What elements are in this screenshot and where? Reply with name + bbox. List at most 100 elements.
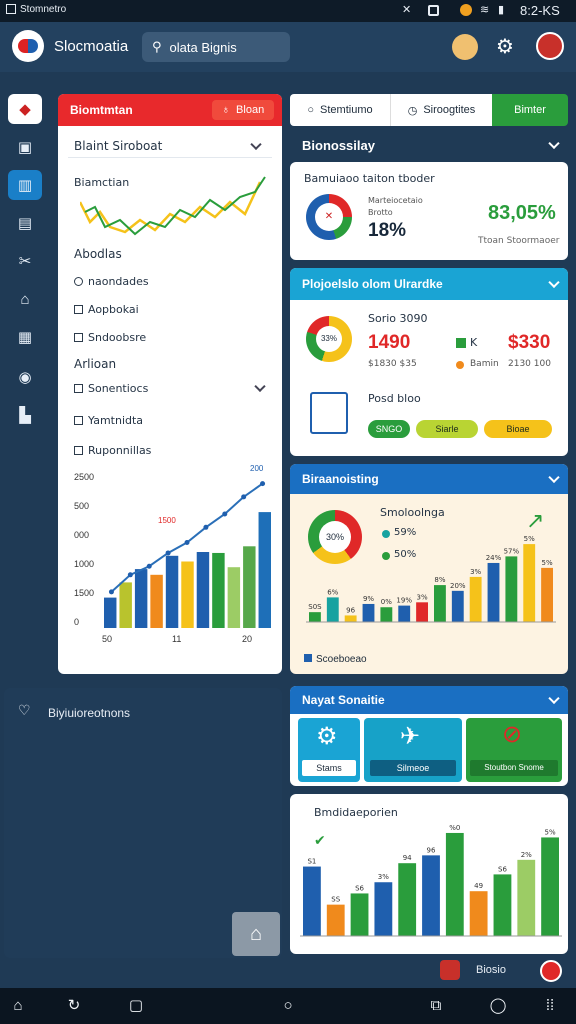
nav-building-icon[interactable]: ▙: [8, 400, 42, 430]
combo-x-tick: 11: [172, 634, 182, 644]
combo-line-point: [108, 589, 114, 595]
coin-icon: [460, 4, 472, 16]
bar-label-1: SS: [331, 896, 340, 904]
analytics-value-1: 1490: [368, 332, 411, 353]
home-button-icon[interactable]: ⌂: [232, 912, 280, 956]
biz-foot: Ttoan Stoormaoer: [478, 236, 560, 246]
nav-book-icon[interactable]: ▤: [8, 208, 42, 238]
legend-swatch-green: [456, 338, 466, 348]
store-icon[interactable]: [452, 34, 478, 60]
footer-record-icon[interactable]: [540, 960, 562, 982]
tab-bimter[interactable]: Bimter: [492, 94, 568, 126]
analytics-label: Sorio 3090: [368, 312, 428, 325]
chevron-down-icon: [548, 137, 560, 150]
biz-section-title: Bionossilay: [302, 138, 375, 153]
combo-bar-b7: [196, 552, 210, 628]
avatar[interactable]: [536, 32, 564, 60]
left-panel-header-button[interactable]: ♁ Bloan: [212, 100, 274, 120]
option-item-5-label: Yamtnidta: [88, 414, 144, 427]
nav-chart-icon[interactable]: ▥: [8, 170, 42, 200]
combo-x-tick: 20: [242, 634, 253, 644]
grid-icon[interactable]: ⁞⁞: [540, 996, 560, 1016]
refresh-icon[interactable]: ↻: [64, 996, 84, 1016]
nav-settings-title: Nayat Sonaitie: [302, 693, 385, 707]
pill-3[interactable]: Bioae: [484, 420, 552, 438]
left-select[interactable]: Blaint Siroboat: [68, 134, 272, 158]
option-item-1[interactable]: naondades: [74, 275, 149, 288]
bar-7: [469, 891, 488, 936]
analytics-value-2: $330: [508, 332, 551, 353]
combo-y-tick: 1000: [74, 559, 95, 569]
chevron-down-icon[interactable]: [254, 380, 266, 393]
biz-card: Bamuiaoo taiton tboder ✕ Marteiocetaio B…: [290, 162, 568, 260]
app-logo[interactable]: [12, 30, 44, 62]
briefing-legend-title: Smoloolnga: [380, 506, 445, 519]
tile-settings-label: Stams: [302, 760, 356, 776]
analytics-title: Plojoelslo olom Ulrardke: [302, 277, 443, 291]
home-icon[interactable]: ⌂: [8, 996, 28, 1016]
combo-bar-b10: [243, 546, 256, 628]
nav-house-icon[interactable]: ⌂: [8, 284, 42, 314]
nav-inbox-icon[interactable]: ▣: [8, 132, 42, 162]
copy-icon[interactable]: ⧉: [426, 996, 446, 1016]
search-input[interactable]: olata Bignis: [170, 40, 237, 55]
option-item-4[interactable]: Sonentiocs: [74, 382, 148, 395]
tile-plane[interactable]: ✈ Silmeoe: [364, 718, 462, 782]
bar-label-7: 49: [474, 882, 483, 890]
home-circle-icon[interactable]: ○: [278, 996, 298, 1016]
option-item-2[interactable]: Aopbokai: [74, 303, 139, 316]
footer-label: Biosio: [476, 964, 506, 976]
bar-label-8: 20%: [450, 582, 466, 590]
biz-percent: 83,05%: [488, 202, 556, 224]
recents-icon[interactable]: ▢: [126, 996, 146, 1016]
bar-label-4: 0%: [381, 598, 392, 606]
nav-tools-icon[interactable]: ✂: [8, 246, 42, 276]
chevron-down-icon: [548, 471, 560, 484]
nav-home-logo-icon[interactable]: ◆: [8, 94, 42, 124]
chevron-down-icon: [548, 692, 560, 705]
pill-2[interactable]: Siarle: [416, 420, 478, 438]
gear-icon[interactable]: ⚙: [496, 34, 514, 59]
legend-square-icon: [304, 654, 312, 662]
option-item-6[interactable]: Ruponnillas: [74, 444, 151, 457]
chevron-down-icon: [548, 276, 560, 289]
bar-label-2: S6: [355, 884, 364, 892]
pill-1[interactable]: SNGO: [368, 420, 410, 438]
briefing-foot-label: Scoeboeao: [316, 654, 367, 665]
combo-bar-b11: [258, 512, 271, 628]
bar-10: [541, 837, 559, 936]
chat-icon[interactable]: ◯: [488, 996, 508, 1016]
option-item-5[interactable]: Yamtnidta: [74, 414, 143, 427]
combo-top-label: 200: [250, 464, 264, 473]
nav-settings-header[interactable]: Nayat Sonaitie: [290, 686, 568, 714]
bar-label-5: 96: [427, 846, 436, 854]
search-box[interactable]: ⚲ olata Bignis: [142, 32, 290, 62]
biz-donut: ✕: [306, 194, 352, 240]
nav-grid-icon[interactable]: ▦: [8, 322, 42, 352]
nav-camera-icon[interactable]: ◉: [8, 362, 42, 392]
bar-label-8: S6: [498, 865, 507, 873]
notification-icon: [6, 4, 16, 14]
left-panel-title: Biomtmtan: [70, 103, 133, 117]
tab-bar: ○ Stemtiumo ◷ Siroogtites Bimter: [290, 94, 568, 126]
tab-stemtiumo[interactable]: ○ Stemtiumo: [290, 94, 390, 126]
bar-10: [487, 562, 500, 622]
tab-siroogtites[interactable]: ◷ Siroogtites: [390, 94, 492, 126]
tile-tools[interactable]: ⊘ Stoutbon Snome: [466, 718, 562, 782]
combo-bar-b9: [227, 567, 241, 628]
option-item-3[interactable]: Sndoobsre: [74, 331, 146, 344]
heart-icon: ♡: [18, 702, 31, 718]
biz-section-header[interactable]: Bionossilay: [290, 132, 568, 158]
section-label-1: Abodlas: [74, 247, 122, 261]
analytics-donut-label: 33%: [316, 326, 342, 352]
analytics-header[interactable]: Plojoelslo olom Ulrardke: [290, 268, 568, 300]
header-button-label: Bloan: [236, 104, 265, 116]
tile-settings[interactable]: ⚙ Stams: [298, 718, 360, 782]
status-left-text: Stomnetro: [20, 4, 67, 15]
bar-label-10: 24%: [486, 554, 502, 562]
analytics-donut: 33%: [306, 316, 352, 362]
briefing-header[interactable]: Biraanoisting: [290, 464, 568, 494]
side-widget: ♡ Biyiuioreotnons ⌂: [4, 688, 282, 958]
footer-app-icon[interactable]: [440, 960, 460, 980]
search-icon: ⚲: [152, 39, 162, 54]
